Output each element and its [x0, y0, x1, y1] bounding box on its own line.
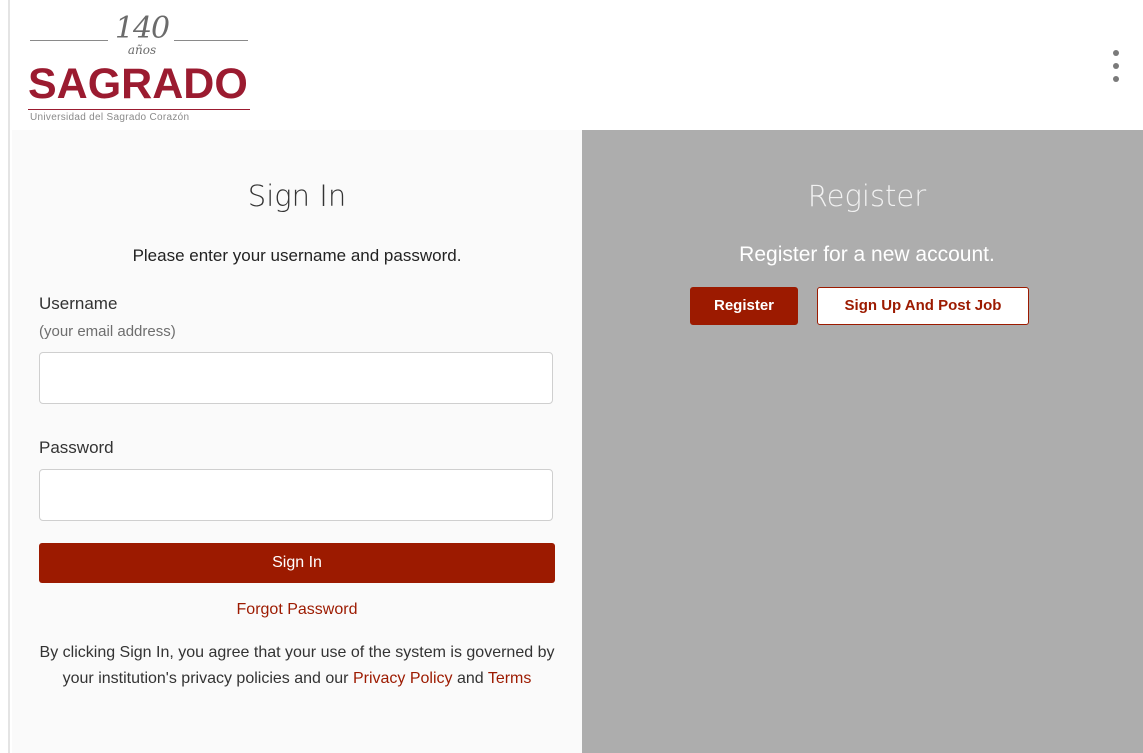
logo-divider: [28, 109, 250, 110]
register-instruction: Register for a new account.: [739, 243, 995, 266]
forgot-password-link[interactable]: Forgot Password: [12, 599, 582, 621]
username-hint: (your email address): [39, 323, 176, 340]
left-border: [8, 0, 10, 753]
logo-years: 140: [114, 11, 170, 46]
terms-link[interactable]: Terms: [488, 670, 532, 687]
kebab-menu-icon[interactable]: [1106, 48, 1126, 88]
sign-up-and-post-job-button[interactable]: Sign Up And Post Job: [817, 287, 1029, 325]
privacy-policy-link[interactable]: Privacy Policy: [353, 670, 453, 687]
username-label: Username: [39, 294, 118, 313]
kebab-dot: [1113, 50, 1119, 56]
password-input[interactable]: [39, 469, 553, 521]
register-title: Register: [807, 179, 927, 213]
register-panel: Register Register for a new account. Reg…: [582, 130, 1143, 753]
page: 140 años SAGRADO Universidad del Sagrado…: [0, 0, 1143, 753]
logo-name: SAGRADO: [28, 60, 248, 108]
sign-in-title: Sign In: [247, 179, 347, 213]
sign-in-instruction: Please enter your username and password.: [132, 246, 462, 265]
sign-in-panel: Sign In Please enter your username and p…: [12, 130, 582, 753]
logo-years-sub: años: [127, 43, 157, 57]
logo-subtitle: Universidad del Sagrado Corazón: [30, 112, 190, 123]
kebab-dot: [1113, 76, 1119, 82]
register-button[interactable]: Register: [690, 287, 798, 325]
username-input[interactable]: [39, 352, 553, 404]
password-label: Password: [39, 438, 114, 457]
legal-and-text: and: [452, 670, 488, 687]
kebab-dot: [1113, 63, 1119, 69]
sagrado-logo[interactable]: 140 años SAGRADO Universidad del Sagrado…: [28, 12, 250, 128]
logo-rule-left: [30, 40, 108, 41]
logo-anniversary: 140 años: [28, 12, 250, 64]
legal-notice: By clicking Sign In, you agree that your…: [39, 640, 555, 692]
logo-rule-right: [174, 40, 248, 41]
sign-in-button[interactable]: Sign In: [39, 543, 555, 583]
